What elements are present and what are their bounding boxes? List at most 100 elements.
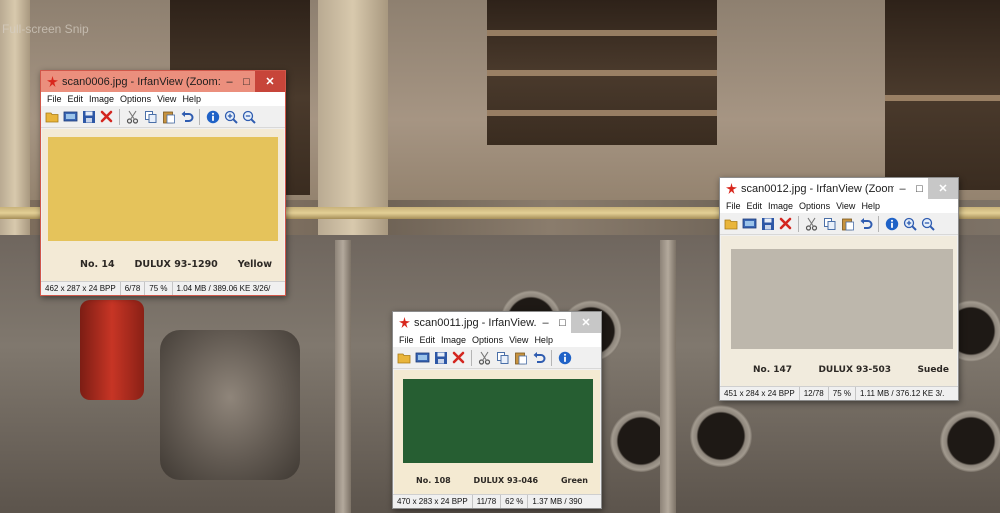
undo-icon <box>860 217 872 229</box>
title-bar[interactable]: scan0012.jpg - IrfanView (Zoom... – □ ✕ <box>720 178 958 199</box>
menu-file[interactable]: File <box>44 94 65 104</box>
menu-bar: File Edit Image Options View Help <box>393 333 601 347</box>
image-canvas[interactable]: No. 147 DULUX 93-503 Suede <box>721 236 957 386</box>
minimize-icon: – <box>226 75 233 88</box>
zoom-in-button[interactable] <box>901 215 918 233</box>
cut-button[interactable] <box>476 349 493 367</box>
paste-button[interactable] <box>160 108 177 126</box>
delete-button[interactable] <box>98 108 115 126</box>
maximize-icon: □ <box>559 316 566 329</box>
menu-edit[interactable]: Edit <box>417 335 439 345</box>
menu-image[interactable]: Image <box>765 201 796 211</box>
wallpaper-pole <box>660 240 676 513</box>
copy-button[interactable] <box>142 108 159 126</box>
zoom-out-button[interactable] <box>240 108 257 126</box>
menu-view[interactable]: View <box>154 94 179 104</box>
menu-options[interactable]: Options <box>796 201 833 211</box>
swatch-caption: No. 14 DULUX 93-1290 Yellow <box>42 247 284 281</box>
undo-button[interactable] <box>178 108 195 126</box>
save-button[interactable] <box>80 108 97 126</box>
minimize-button[interactable]: – <box>221 71 238 92</box>
status-bar: 470 x 283 x 24 BPP 11/78 62 % 1.37 MB / … <box>393 494 601 508</box>
close-button[interactable]: ✕ <box>928 178 958 199</box>
maximize-icon: □ <box>243 75 250 88</box>
wallpaper-red-tank <box>80 300 144 400</box>
window-title: scan0011.jpg - IrfanView... <box>414 316 537 329</box>
toolbar <box>393 347 601 369</box>
minimize-button[interactable]: – <box>537 312 554 333</box>
info-icon <box>885 217 898 230</box>
status-filesize: 1.04 MB / 389.06 KE 3/26/ <box>176 284 271 293</box>
status-zoom: 75 % <box>829 387 856 400</box>
open-button[interactable] <box>723 215 740 233</box>
open-folder-icon <box>397 353 411 364</box>
undo-button[interactable] <box>857 215 874 233</box>
status-zoom: 75 % <box>145 282 173 295</box>
open-folder-icon <box>45 112 59 123</box>
menu-image[interactable]: Image <box>438 335 469 345</box>
undo-button[interactable] <box>530 349 547 367</box>
save-button[interactable] <box>432 349 449 367</box>
open-button[interactable] <box>44 108 61 126</box>
delete-icon <box>452 351 465 364</box>
menu-help[interactable]: Help <box>858 201 883 211</box>
slideshow-button[interactable] <box>62 108 79 126</box>
menu-help[interactable]: Help <box>179 94 204 104</box>
irfanview-app-icon <box>724 182 738 196</box>
delete-button[interactable] <box>450 349 467 367</box>
menu-file[interactable]: File <box>723 201 744 211</box>
maximize-button[interactable]: □ <box>554 312 571 333</box>
zoom-out-icon <box>921 217 935 231</box>
title-bar[interactable]: scan0006.jpg - IrfanView (Zoom: ... – □ … <box>41 71 285 92</box>
close-button[interactable]: ✕ <box>255 71 285 92</box>
menu-view[interactable]: View <box>833 201 858 211</box>
menu-edit[interactable]: Edit <box>65 94 87 104</box>
status-zoom: 62 % <box>501 495 529 508</box>
maximize-button[interactable]: □ <box>911 178 928 199</box>
save-button[interactable] <box>759 215 776 233</box>
zoom-in-button[interactable] <box>222 108 239 126</box>
menu-options[interactable]: Options <box>117 94 154 104</box>
copy-button[interactable] <box>494 349 511 367</box>
swatch-color-name: Suede <box>917 365 949 375</box>
minimize-button[interactable]: – <box>894 178 911 199</box>
title-bar[interactable]: scan0011.jpg - IrfanView... – □ ✕ <box>393 312 601 333</box>
swatch-color-name: Yellow <box>237 258 272 270</box>
cut-button[interactable] <box>124 108 141 126</box>
irfanview-window-scan0011[interactable]: scan0011.jpg - IrfanView... – □ ✕ File E… <box>392 311 602 509</box>
menu-help[interactable]: Help <box>531 335 556 345</box>
close-button[interactable]: ✕ <box>571 312 601 333</box>
menu-image[interactable]: Image <box>86 94 117 104</box>
info-button[interactable] <box>883 215 900 233</box>
slideshow-button[interactable] <box>741 215 758 233</box>
image-canvas[interactable]: No. 14 DULUX 93-1290 Yellow <box>42 129 284 281</box>
copy-button[interactable] <box>821 215 838 233</box>
paste-button[interactable] <box>839 215 856 233</box>
cut-icon <box>805 217 818 231</box>
paint-swatch-color <box>403 379 593 463</box>
info-button[interactable] <box>204 108 221 126</box>
irfanview-window-scan0006[interactable]: scan0006.jpg - IrfanView (Zoom: ... – □ … <box>40 70 286 296</box>
menu-options[interactable]: Options <box>469 335 506 345</box>
delete-button[interactable] <box>777 215 794 233</box>
copy-icon <box>144 110 156 123</box>
toolbar-separator <box>878 215 879 232</box>
maximize-button[interactable]: □ <box>238 71 255 92</box>
wallpaper-slat <box>487 70 717 76</box>
paint-swatch-color <box>731 249 953 349</box>
irfanview-window-scan0012[interactable]: scan0012.jpg - IrfanView (Zoom... – □ ✕ … <box>719 177 959 401</box>
info-button[interactable] <box>556 349 573 367</box>
menu-file[interactable]: File <box>396 335 417 345</box>
menu-view[interactable]: View <box>506 335 531 345</box>
slideshow-icon <box>415 352 430 363</box>
menu-edit[interactable]: Edit <box>744 201 766 211</box>
info-icon <box>206 110 219 123</box>
slideshow-icon <box>742 218 757 229</box>
image-canvas[interactable]: No. 108 DULUX 93-046 Green <box>394 370 600 494</box>
cut-button[interactable] <box>803 215 820 233</box>
paste-button[interactable] <box>512 349 529 367</box>
toolbar-separator <box>551 349 552 366</box>
slideshow-button[interactable] <box>414 349 431 367</box>
zoom-out-button[interactable] <box>919 215 936 233</box>
open-button[interactable] <box>396 349 413 367</box>
